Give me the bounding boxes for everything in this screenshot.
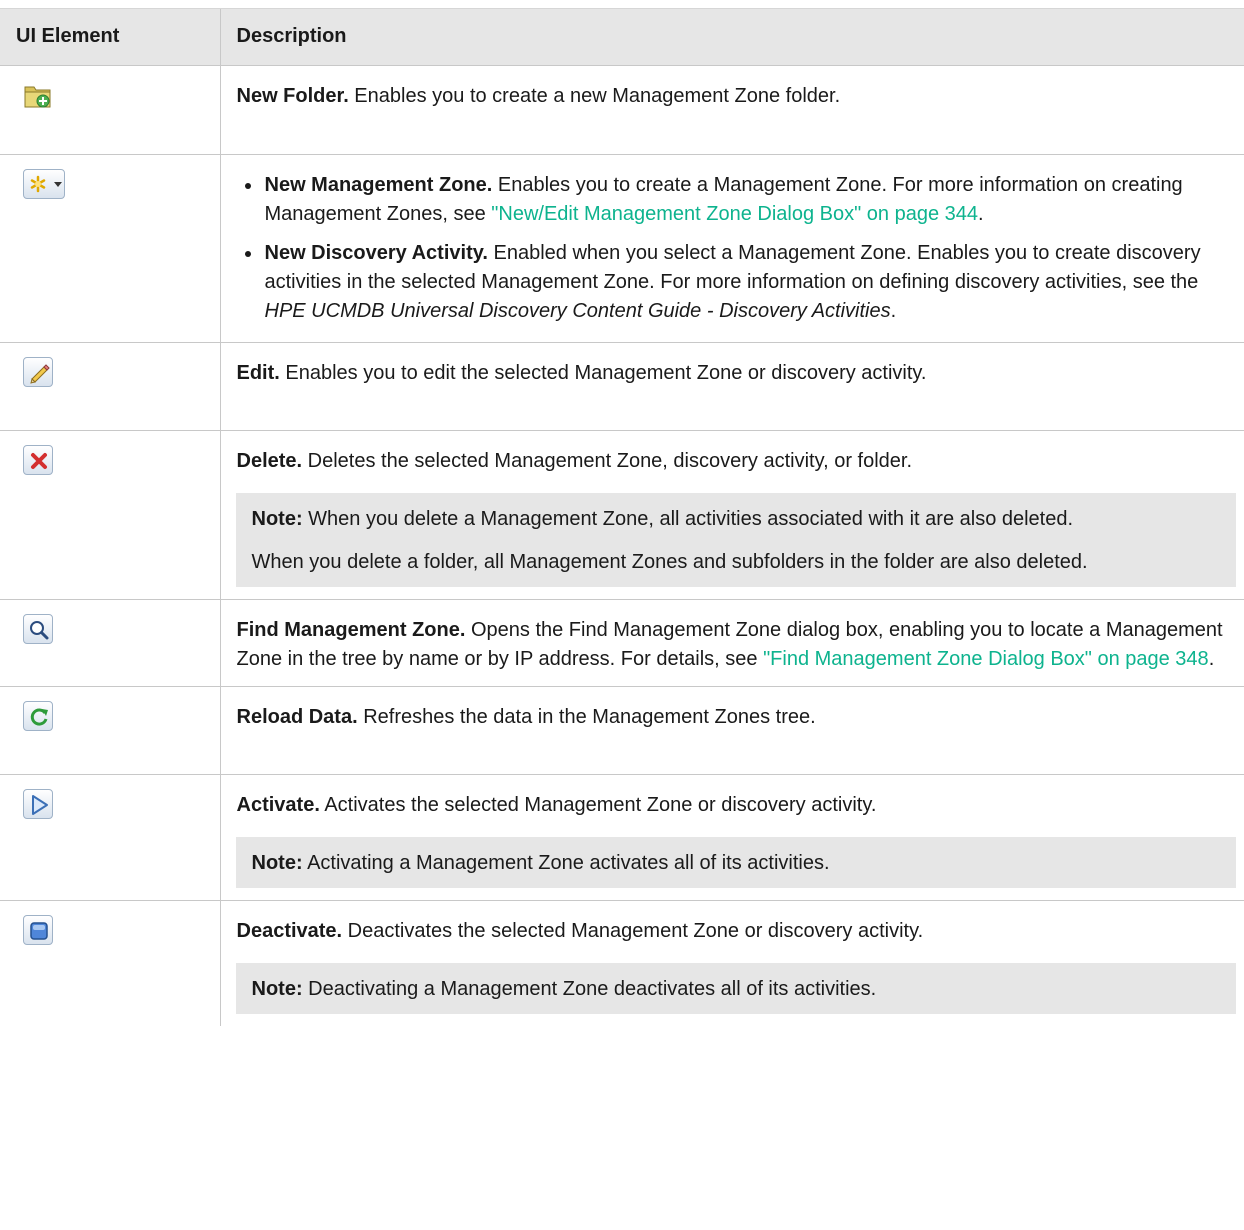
table-row: New Management Zone. Enables you to crea… (0, 154, 1244, 343)
activate-text: Activates the selected Management Zone o… (319, 794, 877, 816)
activate-title: Activate. (236, 794, 320, 816)
stop-square-icon (23, 915, 53, 945)
description-cell: New Management Zone. Enables you to crea… (219, 154, 1244, 343)
list-item: New Discovery Activity. Enabled when you… (263, 239, 1237, 326)
edit-text: Enables you to edit the selected Managem… (279, 362, 927, 384)
delete-text: Deletes the selected Management Zone, di… (302, 450, 913, 472)
description-cell: Edit. Enables you to edit the selected M… (219, 342, 1244, 431)
new-edit-management-zone-link[interactable]: "New/Edit Management Zone Dialog Box" on… (491, 203, 978, 225)
new-asterisk-dropdown-icon (23, 169, 65, 199)
ui-element-cell (0, 430, 220, 600)
description-cell: New Folder. Enables you to create a new … (219, 65, 1244, 155)
refresh-icon (23, 701, 53, 731)
new-folder-text: Enables you to create a new Management Z… (348, 85, 841, 107)
magnifier-icon (23, 614, 53, 644)
ui-element-cell (0, 342, 220, 431)
find-title: Find Management Zone. (236, 619, 466, 641)
description-cell: Activate. Activates the selected Managem… (219, 774, 1244, 901)
delete-note-text: When you delete a Management Zone, all a… (302, 508, 1074, 530)
note-label: Note: (251, 508, 303, 530)
activate-note-box: Note: Activating a Management Zone activ… (235, 837, 1236, 888)
delete-note-box: Note: When you delete a Management Zone,… (235, 493, 1236, 587)
activate-note-text: Activating a Management Zone activates a… (302, 852, 830, 874)
table-row: Edit. Enables you to edit the selected M… (0, 342, 1244, 431)
sentence-end: . (890, 300, 897, 322)
reload-title: Reload Data. (236, 706, 358, 728)
ui-element-cell (0, 686, 220, 775)
delete-title: Delete. (236, 450, 303, 472)
note-label: Note: (251, 978, 303, 1000)
table-row: Delete. Deletes the selected Management … (0, 430, 1244, 600)
table-row: Find Management Zone. Opens the Find Man… (0, 599, 1244, 687)
sentence-end: . (1208, 648, 1215, 670)
description-cell: Deactivate. Deactivates the selected Man… (219, 900, 1244, 1026)
deactivate-note-text: Deactivating a Management Zone deactivat… (302, 978, 877, 1000)
new-discovery-activity-title: New Discovery Activity. (264, 242, 488, 264)
ui-element-cell (0, 599, 220, 687)
pencil-icon (23, 357, 53, 387)
ui-elements-table: UI Element Description New Folder. Enabl… (0, 8, 1244, 1026)
find-management-zone-link[interactable]: "Find Management Zone Dialog Box" on pag… (763, 648, 1209, 670)
table-header-row: UI Element Description (0, 8, 1244, 66)
delete-x-icon (23, 445, 53, 475)
deactivate-note-box: Note: Deactivating a Management Zone dea… (235, 963, 1236, 1014)
ui-element-cell (0, 774, 220, 901)
table-row: New Folder. Enables you to create a new … (0, 65, 1244, 155)
table-row: Deactivate. Deactivates the selected Man… (0, 900, 1244, 1026)
column-header-ui-element: UI Element (0, 8, 220, 66)
deactivate-text: Deactivates the selected Management Zone… (342, 920, 924, 942)
new-options-list: New Management Zone. Enables you to crea… (237, 171, 1237, 326)
note-label: Note: (251, 852, 303, 874)
edit-title: Edit. (236, 362, 280, 384)
description-cell: Find Management Zone. Opens the Find Man… (219, 599, 1244, 687)
ui-element-cell (0, 154, 220, 343)
description-cell: Reload Data. Refreshes the data in the M… (219, 686, 1244, 775)
table-row: Reload Data. Refreshes the data in the M… (0, 686, 1244, 775)
new-folder-icon (23, 80, 53, 110)
list-item: New Management Zone. Enables you to crea… (263, 171, 1237, 229)
ui-element-cell (0, 900, 220, 1026)
new-management-zone-title: New Management Zone. (264, 174, 493, 196)
column-header-description: Description (219, 8, 1244, 66)
ui-element-cell (0, 65, 220, 155)
delete-note-text-folder: When you delete a folder, all Management… (251, 551, 1088, 573)
play-triangle-icon (23, 789, 53, 819)
table-row: Activate. Activates the selected Managem… (0, 774, 1244, 901)
content-guide-reference: HPE UCMDB Universal Discovery Content Gu… (264, 300, 891, 322)
sentence-end: . (978, 203, 984, 225)
new-folder-title: New Folder. (236, 85, 349, 107)
description-cell: Delete. Deletes the selected Management … (219, 430, 1244, 600)
reload-text: Refreshes the data in the Management Zon… (357, 706, 816, 728)
deactivate-title: Deactivate. (236, 920, 343, 942)
